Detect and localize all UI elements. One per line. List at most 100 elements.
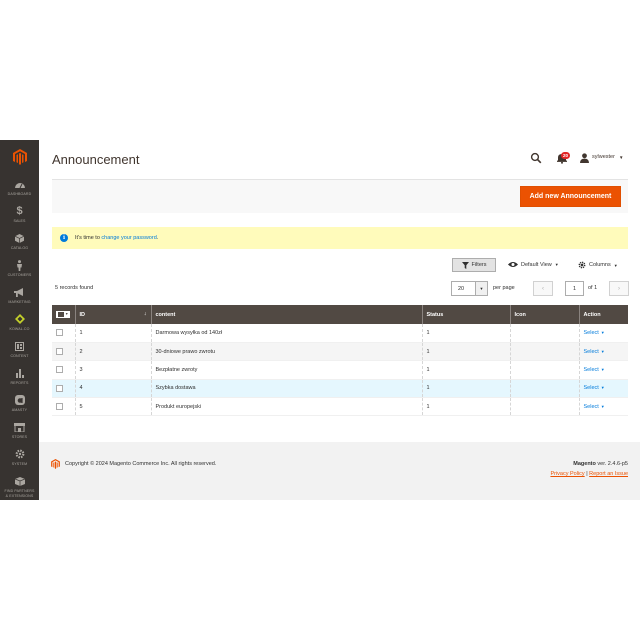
row-select-cell — [52, 360, 75, 380]
notification-count-badge[interactable]: 20 — [561, 152, 571, 159]
sidebar-item-find-partners[interactable]: FIND PARTNERS & EXTENSIONS — [0, 474, 39, 500]
row-action-select[interactable]: Select — [584, 367, 599, 373]
diamond-icon — [14, 312, 25, 326]
report-issue-link[interactable]: Report an Issue — [589, 471, 628, 477]
default-view-label: Default View — [521, 261, 552, 268]
megaphone-icon — [14, 285, 25, 299]
default-view-dropdown[interactable]: Default View ▼ — [508, 261, 559, 268]
cell-action: Select ▼ — [578, 360, 628, 380]
admin-username[interactable]: sylwester — [592, 154, 615, 160]
sidebar-item-stores[interactable]: STORES — [0, 420, 39, 447]
amasty-icon — [14, 393, 25, 407]
table-row[interactable]: 4 Szybka dostawa 1 Select ▼ — [52, 379, 628, 398]
row-action-select[interactable]: Select — [584, 330, 599, 336]
page-actions-bar: Add new Announcement — [52, 179, 628, 213]
cell-status: 1 — [421, 342, 510, 361]
sidebar-item-label: DASHBOARD — [7, 192, 32, 196]
chevron-down-icon[interactable]: ▼ — [601, 330, 605, 335]
row-checkbox[interactable] — [56, 329, 63, 337]
next-page-button[interactable]: › — [609, 281, 629, 296]
sidebar-item-system[interactable]: SYSTEM — [0, 447, 39, 474]
chevron-down-icon[interactable]: ▼ — [601, 367, 605, 372]
admin-app: DASHBOARD $ SALES CATALOG CUSTOMERS MARKETING… — [0, 140, 640, 500]
message-prefix: It's time to — [75, 235, 102, 241]
column-header-action: Action — [578, 305, 628, 324]
row-checkbox[interactable] — [56, 403, 63, 411]
chevron-down-icon[interactable]: ▼ — [601, 349, 605, 354]
sidebar-item-marketing[interactable]: MARKETING — [0, 285, 39, 312]
row-action-select[interactable]: Select — [584, 404, 599, 410]
column-header-content[interactable]: content — [150, 305, 422, 324]
column-header-status[interactable]: Status — [421, 305, 510, 324]
bar-chart-icon — [15, 366, 25, 380]
current-page-input[interactable]: 1 — [565, 281, 584, 296]
columns-dropdown[interactable]: Columns ▼ — [578, 261, 618, 269]
cell-content: Darmowa wysyłka od 140zł — [150, 324, 422, 343]
mass-select-checkbox[interactable]: ▼ — [56, 310, 70, 318]
sidebar-item-label: STORES — [11, 435, 28, 439]
cell-id: 2 — [74, 342, 151, 361]
gear-icon — [578, 261, 586, 269]
sidebar-item-kowal-co[interactable]: KOWAL.CO — [0, 312, 39, 339]
cell-status: 1 — [421, 360, 510, 380]
add-new-announcement-button[interactable]: Add new Announcement — [520, 186, 621, 207]
sidebar-item-label: MARKETING — [8, 300, 31, 304]
previous-page-button[interactable]: ‹ — [533, 281, 553, 296]
store-icon — [14, 420, 25, 434]
sidebar-item-reports[interactable]: REPORTS — [0, 366, 39, 393]
column-header-id[interactable]: ID ↓ — [74, 305, 151, 324]
mass-select-header[interactable]: ▼ — [52, 305, 75, 324]
chevron-down-icon: ▼ — [554, 262, 559, 267]
search-icon[interactable] — [530, 152, 542, 164]
cell-id: 4 — [74, 379, 151, 398]
chevron-down-icon[interactable]: ▼ — [619, 155, 623, 160]
per-page-value: 20 — [458, 286, 465, 292]
magento-logo-icon — [51, 459, 60, 469]
sidebar-item-content[interactable]: CONTENT — [0, 339, 39, 366]
filters-button[interactable]: Filters — [452, 258, 496, 272]
column-header-label: Icon — [514, 311, 526, 318]
row-select-cell — [52, 324, 75, 343]
chevron-down-icon[interactable]: ▼ — [601, 404, 605, 409]
sidebar-item-dashboard[interactable]: DASHBOARD — [0, 177, 39, 204]
cell-content: Szybka dostawa — [150, 379, 422, 398]
column-header-label: ID — [79, 311, 86, 318]
admin-sidebar: DASHBOARD $ SALES CATALOG CUSTOMERS MARKETING… — [0, 140, 39, 500]
sidebar-item-sales[interactable]: $ SALES — [0, 204, 39, 231]
sidebar-item-amasty[interactable]: AMASTY — [0, 393, 39, 420]
brand-name: Magento — [573, 461, 596, 467]
cell-icon — [509, 342, 579, 361]
row-checkbox[interactable] — [56, 384, 63, 392]
magento-logo-icon — [12, 149, 27, 165]
chevron-down-icon[interactable]: ▼ — [601, 385, 605, 390]
row-select-cell — [52, 397, 75, 416]
row-action-select[interactable]: Select — [584, 385, 599, 391]
table-row[interactable]: 3 Bezpłatne zwroty 1 Select ▼ — [52, 360, 628, 380]
cell-status: 1 — [421, 324, 510, 343]
gear-icon — [15, 447, 25, 461]
copyright-text: Copyright © 2024 Magento Commerce Inc. A… — [65, 461, 217, 467]
user-icon[interactable] — [580, 153, 589, 163]
sidebar-item-catalog[interactable]: CATALOG — [0, 231, 39, 258]
change-password-link[interactable]: change your password — [101, 235, 156, 241]
sidebar-item-customers[interactable]: CUSTOMERS — [0, 258, 39, 285]
row-checkbox[interactable] — [56, 348, 63, 356]
per-page-label: per page — [493, 285, 515, 291]
per-page-select[interactable]: 20 ▼ — [451, 281, 488, 296]
magento-logo[interactable] — [0, 140, 39, 174]
sort-arrow-icon: ↓ — [143, 311, 147, 317]
table-row[interactable]: 5 Produkt europejski 1 Select ▼ — [52, 397, 628, 416]
privacy-policy-link[interactable]: Privacy Policy — [550, 471, 584, 477]
sidebar-item-label: REPORTS — [10, 381, 29, 385]
cell-status: 1 — [421, 397, 510, 416]
table-row[interactable]: 1 Darmowa wysyłka od 140zł 1 Select ▼ — [52, 324, 628, 343]
table-row[interactable]: 2 30-dniowe prawo zwrotu 1 Select ▼ — [52, 342, 628, 361]
cell-icon — [509, 360, 579, 380]
chevron-down-icon[interactable]: ▼ — [475, 282, 487, 295]
cell-content: 30-dniowe prawo zwrotu — [150, 342, 422, 361]
chevron-down-icon: ▼ — [613, 262, 618, 268]
cell-icon — [509, 379, 579, 398]
column-header-icon[interactable]: Icon — [509, 305, 579, 324]
row-action-select[interactable]: Select — [584, 349, 599, 355]
row-checkbox[interactable] — [56, 366, 63, 374]
